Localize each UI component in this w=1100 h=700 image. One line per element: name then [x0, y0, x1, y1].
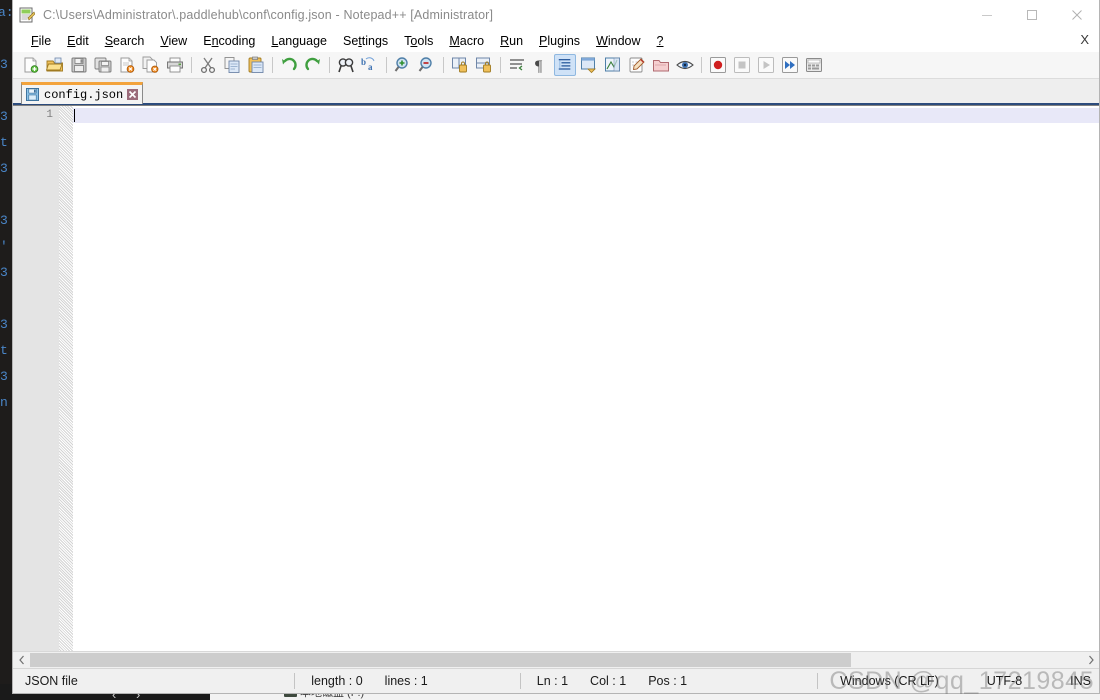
menu-item-file[interactable]: File — [23, 32, 59, 50]
menu-item-plugins[interactable]: Plugins — [531, 32, 588, 50]
code-text-area[interactable] — [73, 106, 1099, 651]
menu-item-language[interactable]: Language — [263, 32, 335, 50]
close-all-files-icon[interactable] — [140, 54, 162, 76]
status-eol: Windows (CR LF) — [840, 674, 939, 688]
text-caret — [74, 109, 75, 122]
undo-icon[interactable] — [278, 54, 300, 76]
menu-item-macro[interactable]: Macro — [441, 32, 492, 50]
function-list-icon[interactable] — [626, 54, 648, 76]
toolbar-separator — [701, 57, 702, 73]
macro-record-icon[interactable] — [707, 54, 729, 76]
status-caret-metrics: Ln : 1 Col : 1 Pos : 1 — [521, 669, 695, 693]
show-all-characters-icon[interactable]: ¶ — [530, 54, 552, 76]
notepad-plus-plus-window: C:\Users\Administrator\.paddlehub\conf\c… — [12, 0, 1100, 694]
current-line-highlight — [73, 108, 1099, 123]
status-length: length : 0 — [311, 674, 363, 688]
status-pos: Pos : 1 — [648, 674, 688, 688]
tab-bar: config.json — [13, 79, 1099, 105]
chevron-right-icon[interactable] — [1082, 652, 1099, 668]
copy-icon[interactable] — [221, 54, 243, 76]
toolbar-separator — [386, 57, 387, 73]
tab-config-json[interactable]: config.json — [21, 82, 144, 104]
maximize-button[interactable] — [1009, 0, 1054, 30]
macro-stop-icon[interactable] — [731, 54, 753, 76]
status-ln: Ln : 1 — [536, 674, 569, 688]
tab-close-icon[interactable] — [127, 89, 139, 100]
svg-text:¶: ¶ — [535, 58, 543, 74]
notepad-plus-plus-icon — [19, 7, 36, 23]
macro-save-icon[interactable] — [803, 54, 825, 76]
status-encoding: UTF-8 — [986, 674, 1023, 688]
fold-margin — [59, 106, 73, 651]
paste-icon[interactable] — [245, 54, 267, 76]
zoom-in-icon[interactable] — [392, 54, 414, 76]
monitoring-icon[interactable] — [674, 54, 696, 76]
user-defined-dialog-icon[interactable] — [578, 54, 600, 76]
scrollbar-track[interactable] — [30, 653, 1082, 667]
window-controls — [964, 0, 1099, 30]
toolbar-separator — [191, 57, 192, 73]
saved-floppy-icon — [26, 88, 39, 101]
toolbar: b a ¶ — [13, 52, 1099, 79]
toolbar-separator — [500, 57, 501, 73]
macro-play-icon[interactable] — [755, 54, 777, 76]
close-file-icon[interactable] — [116, 54, 138, 76]
toolbar-separator — [443, 57, 444, 73]
toolbar-separator — [272, 57, 273, 73]
tab-label: config.json — [44, 87, 124, 102]
new-file-icon[interactable] — [20, 54, 42, 76]
menu-item-run[interactable]: Run — [492, 32, 531, 50]
status-file-type: JSON file — [25, 674, 78, 688]
replace-icon[interactable]: b a — [359, 54, 381, 76]
menu-item-edit[interactable]: Edit — [59, 32, 97, 50]
save-all-icon[interactable] — [92, 54, 114, 76]
zoom-out-icon[interactable] — [416, 54, 438, 76]
macro-run-multiple-icon[interactable] — [779, 54, 801, 76]
minimize-button[interactable] — [964, 0, 1009, 30]
find-icon[interactable] — [335, 54, 357, 76]
line-number: 1 — [46, 109, 53, 121]
cut-icon[interactable] — [197, 54, 219, 76]
indent-guide-icon[interactable] — [554, 54, 576, 76]
sync-horizontal-scroll-icon[interactable] — [473, 54, 495, 76]
menu-item-window[interactable]: Window — [588, 32, 648, 50]
redo-icon[interactable] — [302, 54, 324, 76]
horizontal-scrollbar[interactable] — [13, 651, 1099, 668]
close-button[interactable] — [1054, 0, 1099, 30]
menu-item-help[interactable]: ? — [649, 32, 672, 50]
scrollbar-thumb[interactable] — [30, 653, 851, 667]
menu-bar: File Edit Search View Encoding Language … — [13, 30, 1099, 52]
editor-area: 1 — [13, 105, 1099, 651]
svg-text:b: b — [361, 57, 366, 67]
screen: a: 3 3 t 3 3 ' 3 3 t 3 n 本地磁盘 (F:) ‹ › C… — [0, 0, 1100, 700]
menu-item-encoding[interactable]: Encoding — [195, 32, 263, 50]
toolbar-separator — [329, 57, 330, 73]
print-icon[interactable] — [164, 54, 186, 76]
save-icon[interactable] — [68, 54, 90, 76]
line-number-gutter: 1 — [13, 106, 59, 651]
svg-text:a: a — [368, 62, 373, 72]
menu-item-tools[interactable]: Tools — [396, 32, 441, 50]
status-col: Col : 1 — [590, 674, 627, 688]
status-lines: lines : 1 — [384, 674, 428, 688]
word-wrap-icon[interactable] — [506, 54, 528, 76]
chevron-left-icon[interactable] — [13, 652, 30, 668]
window-title: C:\Users\Administrator\.paddlehub\conf\c… — [43, 8, 494, 22]
status-bar: JSON file length : 0 lines : 1 Ln : 1 Co… — [13, 668, 1099, 693]
close-document-button[interactable]: X — [1080, 32, 1089, 47]
title-bar: C:\Users\Administrator\.paddlehub\conf\c… — [13, 0, 1099, 30]
menu-item-search[interactable]: Search — [97, 32, 153, 50]
sync-vertical-scroll-icon[interactable] — [449, 54, 471, 76]
menu-item-settings[interactable]: Settings — [335, 32, 396, 50]
status-insert-mode: INS — [1070, 674, 1091, 688]
folder-as-workspace-icon[interactable] — [650, 54, 672, 76]
document-map-icon[interactable] — [602, 54, 624, 76]
menu-item-view[interactable]: View — [152, 32, 195, 50]
open-file-icon[interactable] — [44, 54, 66, 76]
